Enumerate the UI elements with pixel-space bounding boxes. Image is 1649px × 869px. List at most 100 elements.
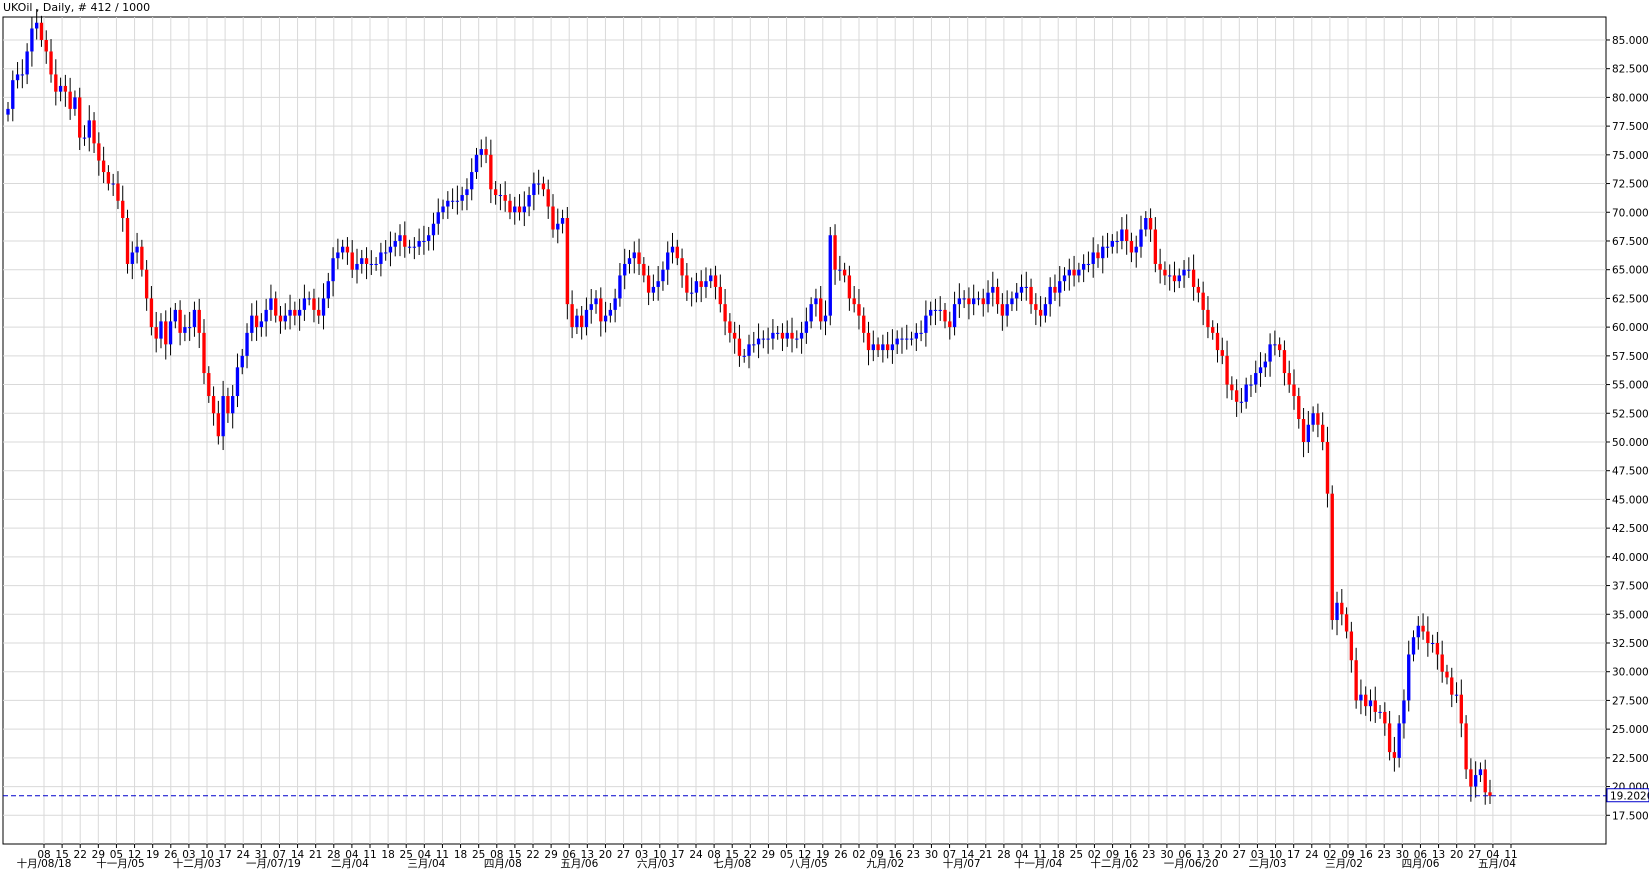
- candle-body: [838, 269, 842, 271]
- x-tick-label: 20: [1450, 849, 1463, 861]
- candle-body: [914, 332, 918, 339]
- candle-body: [570, 304, 574, 328]
- candle-body: [398, 235, 402, 241]
- candle-body: [403, 235, 407, 247]
- candle-body: [321, 298, 326, 316]
- candle-body: [259, 321, 264, 328]
- candle-body: [723, 304, 727, 322]
- candle-body: [1034, 304, 1038, 310]
- candle-body: [995, 286, 1000, 305]
- x-tick-label: 28: [997, 849, 1010, 861]
- candle-body: [1440, 654, 1444, 672]
- candle-body: [369, 263, 374, 265]
- candle-body: [30, 28, 34, 52]
- candle-body: [713, 275, 718, 287]
- candle-body: [1416, 625, 1420, 638]
- x-tick-label: 30: [925, 849, 938, 861]
- candle-body: [254, 315, 259, 328]
- x-tick-label: 23: [1378, 849, 1391, 861]
- candle-body: [187, 327, 192, 329]
- candle-body: [890, 344, 895, 351]
- x-tick-label: 18: [454, 849, 467, 861]
- y-tick-label: 82.5000: [1612, 64, 1649, 76]
- candle-body: [795, 338, 799, 340]
- candle-body: [493, 189, 498, 196]
- candle-body: [618, 275, 622, 299]
- candle-body: [1330, 493, 1334, 621]
- candle-body: [1349, 631, 1354, 661]
- candle-body: [1254, 373, 1258, 385]
- candle-body: [1105, 246, 1110, 248]
- candle-body: [680, 258, 684, 276]
- candle-body: [58, 85, 63, 92]
- y-tick-label: 55.0000: [1612, 380, 1649, 392]
- candle-body: [1019, 286, 1024, 293]
- candle-body: [44, 39, 48, 52]
- candle-body: [383, 252, 388, 254]
- candle-body: [1364, 694, 1368, 707]
- y-tick-label: 35.0000: [1612, 609, 1649, 621]
- candle-body: [565, 218, 570, 305]
- candle-body: [852, 298, 856, 305]
- candle-body: [1306, 424, 1311, 442]
- candle-body: [589, 304, 593, 310]
- x-month-label: 八月/05: [790, 858, 828, 869]
- y-tick-label: 22.5000: [1612, 753, 1649, 765]
- x-month-label: 十月/08/18: [17, 857, 72, 869]
- y-tick-label: 77.5000: [1612, 121, 1649, 133]
- x-month-label: 十二月/03: [173, 857, 221, 869]
- candle-body: [1110, 240, 1115, 247]
- candle-body: [1153, 229, 1158, 264]
- candle-body: [881, 344, 885, 351]
- candle-body: [250, 315, 254, 333]
- candle-body: [541, 183, 546, 190]
- candle-body: [599, 298, 603, 322]
- candle-body: [183, 327, 187, 333]
- candle-body: [833, 235, 837, 270]
- candle-body: [1469, 769, 1473, 787]
- candle-body: [312, 298, 316, 310]
- candle-body: [479, 149, 483, 155]
- candle-body: [967, 298, 971, 305]
- candle-body: [130, 252, 134, 264]
- x-tick-label: 23: [1142, 849, 1155, 861]
- candle-body: [1086, 263, 1091, 265]
- candle-body: [1077, 269, 1081, 276]
- y-tick-label: 70.0000: [1612, 207, 1649, 219]
- y-tick-label: 42.5000: [1612, 523, 1649, 535]
- candle-body: [1000, 304, 1005, 316]
- x-month-label: 三月/02: [1325, 858, 1363, 869]
- x-tick-label: 22: [526, 849, 539, 861]
- candle-body: [1129, 240, 1134, 253]
- x-month-label: 三月/04: [407, 858, 445, 869]
- candle-body: [15, 74, 20, 81]
- candle-body: [1340, 602, 1344, 615]
- candle-body: [144, 269, 149, 299]
- candle-body: [192, 309, 197, 328]
- x-tick-label: 24: [689, 849, 703, 861]
- x-month-label: 二月/04: [331, 858, 369, 869]
- candle-body: [1426, 631, 1430, 643]
- x-month-label: 五月/04: [1478, 858, 1516, 869]
- candle-body: [885, 344, 890, 351]
- y-tick-label: 25.0000: [1612, 724, 1649, 736]
- candle-body: [752, 344, 756, 346]
- candle-body: [560, 218, 565, 224]
- candle-body: [1211, 327, 1215, 333]
- candle-body: [336, 252, 340, 259]
- x-tick-label: 22: [74, 849, 87, 861]
- candle-body: [1450, 677, 1454, 695]
- candle-body: [154, 327, 158, 339]
- y-tick-label: 75.0000: [1612, 150, 1649, 162]
- candle-body: [240, 355, 244, 368]
- candle-body: [594, 298, 598, 305]
- candle-body: [642, 263, 646, 276]
- candle-body: [460, 195, 464, 201]
- candle-body: [388, 246, 393, 253]
- candle-body: [517, 206, 522, 213]
- candle-body: [1048, 286, 1052, 305]
- candle-body: [1373, 700, 1377, 712]
- candle-body: [202, 332, 206, 374]
- candle-body: [809, 304, 813, 322]
- candle-body: [422, 240, 426, 242]
